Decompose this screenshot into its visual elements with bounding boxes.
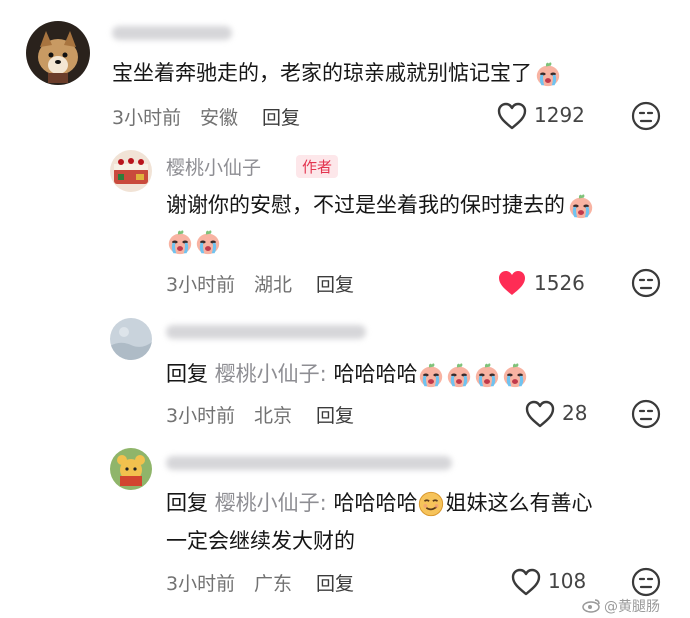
avatar[interactable] [110,150,152,192]
avatar[interactable] [110,318,152,360]
comment-location: 广东 [254,573,293,595]
crying-emoji [417,361,445,389]
crying-emoji [445,361,473,389]
comment-time: 3小时前 [166,274,236,296]
comment-text-body: 哈哈哈哈 [333,362,418,386]
username-blurred [166,456,452,470]
avatar-image [110,318,152,360]
like-count: 28 [562,401,588,425]
reply-button[interactable]: 回复 [316,569,354,596]
dog-avatar-image [26,21,90,85]
heart-outline-icon[interactable] [510,567,542,597]
comment-text: 宝坐着奔驰走的，老家的琼亲戚就别惦记宝了 [112,58,562,88]
reply-button[interactable]: 回复 [316,270,354,297]
reply-prefix: 回复 [166,491,208,515]
crying-emoji [534,60,562,88]
comment-time: 3小时前 [112,107,182,129]
reply-button[interactable]: 回复 [262,103,300,130]
cake-avatar-image [110,150,152,192]
comment-time: 3小时前 [166,573,236,595]
avatar[interactable] [110,448,152,490]
dislike-face-icon[interactable] [630,267,662,299]
like-count: 1292 [534,103,585,127]
comment-text-body: 谢谢你的安慰，不过是坐着我的保时捷去的 [166,193,565,217]
watermark-text: @黄腿肠 [604,599,660,615]
avatar[interactable] [26,21,90,85]
comment-text-body: 哈哈哈哈 [333,491,418,515]
dislike-face-icon[interactable] [630,566,662,598]
crying-emoji [473,361,501,389]
reply-prefix: 回复 [166,362,208,386]
comment-text-body-cont: 姐妹这么有善心 [445,491,593,515]
username[interactable]: 樱桃小仙子 [166,153,261,180]
comment-text-body: 宝坐着奔驰走的，老家的琼亲戚就别惦记宝了 [112,61,532,85]
weibo-logo-icon [582,599,600,613]
like-count: 1526 [534,271,585,295]
heart-filled-icon[interactable] [496,268,528,298]
comment-location: 湖北 [254,274,293,296]
comment-location: 北京 [254,405,293,427]
cartoon-avatar-image [110,448,152,490]
username-blurred [112,26,232,40]
crying-emoji [194,228,222,256]
comment-text-line2: 一定会继续发大财的 [166,529,355,553]
crying-emoji [567,192,595,220]
mention-link[interactable]: 樱桃小仙子: [215,491,327,515]
author-badge: 作者 [296,155,339,178]
comment-text: 回复 樱桃小仙子: 哈哈哈哈 [166,359,529,389]
crying-emoji [166,228,194,256]
dislike-face-icon[interactable] [630,100,662,132]
heart-outline-icon[interactable] [496,101,528,131]
comment-text: 谢谢你的安慰，不过是坐着我的保时捷去的 [166,190,595,220]
mention-link[interactable]: 樱桃小仙子: [215,362,327,386]
comment-text-line2 [166,226,222,256]
dislike-face-icon[interactable] [630,398,662,430]
like-count: 108 [548,569,587,593]
reply-button[interactable]: 回复 [316,401,354,428]
comment-time: 3小时前 [166,405,236,427]
comment-location: 安徽 [200,107,239,129]
username-blurred [166,325,366,339]
crying-emoji [501,361,529,389]
heart-outline-icon[interactable] [524,399,556,429]
smirk-emoji [417,490,445,518]
comment-text: 回复 樱桃小仙子: 哈哈哈哈 姐妹这么有善心 [166,488,592,518]
